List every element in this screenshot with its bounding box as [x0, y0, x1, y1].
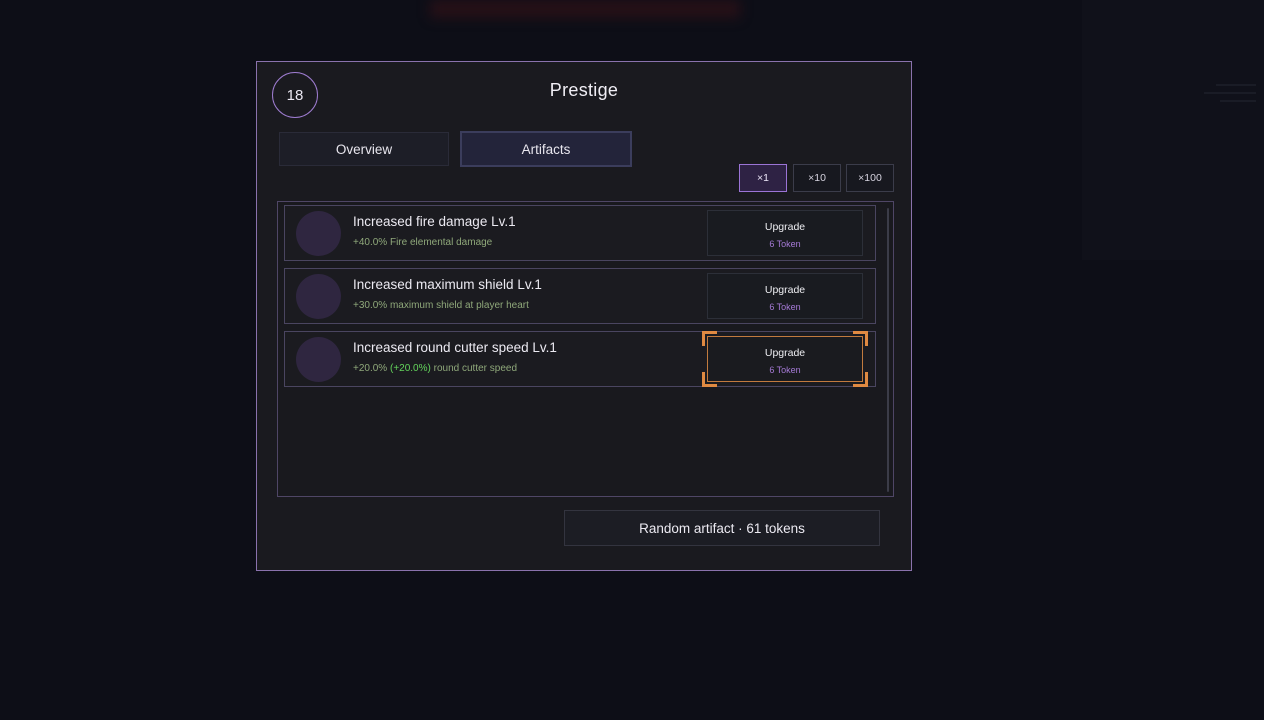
- upgrade-button-label: Upgrade: [764, 221, 806, 233]
- artifact-row: Increased round cutter speed Lv.1 +20.0%…: [284, 331, 876, 387]
- upgrade-button-label: Upgrade: [764, 284, 806, 296]
- multiplier-x100-button[interactable]: ×100: [846, 164, 894, 192]
- artifact-effect: +30.0% maximum shield at player heart: [353, 300, 529, 311]
- background-line: [1220, 100, 1256, 102]
- tab-overview[interactable]: Overview: [279, 132, 449, 166]
- artifact-description: +30.0% maximum shield at player heart: [353, 300, 529, 311]
- artifact-effect: +40.0% Fire elemental damage: [353, 237, 493, 248]
- multiplier-x1-button[interactable]: ×1: [739, 164, 787, 192]
- prestige-dialog: 18 Prestige Overview Artifacts ×1 ×10 ×1…: [256, 61, 912, 571]
- selection-corner: [853, 331, 868, 346]
- background-line: [1216, 84, 1256, 86]
- artifact-name: Increased round cutter speed Lv.1: [353, 340, 557, 355]
- artifact-effect: +20.0%: [353, 363, 390, 374]
- artifact-name: Increased maximum shield Lv.1: [353, 277, 542, 292]
- artifact-icon: [296, 211, 341, 256]
- multiplier-x10-button[interactable]: ×10: [793, 164, 841, 192]
- artifact-effect-suffix: round cutter speed: [430, 363, 518, 374]
- artifact-icon: [296, 274, 341, 319]
- game-screen: 18 Prestige Overview Artifacts ×1 ×10 ×1…: [0, 0, 1264, 720]
- dialog-title: Prestige: [549, 80, 619, 100]
- upgrade-button-label: Upgrade: [764, 347, 806, 359]
- artifact-description: +40.0% Fire elemental damage: [353, 237, 492, 248]
- upgrade-cost: 6 Token: [769, 239, 801, 249]
- upgrade-cost: 6 Token: [769, 302, 801, 312]
- upgrade-button[interactable]: Upgrade 6 Token: [707, 210, 863, 256]
- selection-corner: [702, 331, 717, 346]
- artifact-list-scrollbar[interactable]: [887, 208, 889, 492]
- upgrade-cost: 6 Token: [769, 365, 801, 375]
- artifact-row: Increased maximum shield Lv.1 +30.0% max…: [284, 268, 876, 324]
- random-artifact-button[interactable]: Random artifact · 61 tokens: [564, 510, 880, 546]
- artifact-description: +20.0% (+20.0%) round cutter speed: [353, 363, 517, 374]
- artifact-list: Increased fire damage Lv.1 +40.0% Fire e…: [277, 201, 894, 497]
- background-line: [1204, 92, 1256, 94]
- background-side-panel: [1082, 0, 1264, 260]
- artifact-icon: [296, 337, 341, 382]
- upgrade-button-selected[interactable]: Upgrade 6 Token: [702, 331, 868, 387]
- background-glow: [430, 0, 740, 18]
- tab-artifacts[interactable]: Artifacts: [460, 131, 632, 167]
- artifact-bonus: (+20.0%): [389, 363, 431, 374]
- upgrade-button[interactable]: Upgrade 6 Token: [707, 273, 863, 319]
- artifact-row: Increased fire damage Lv.1 +40.0% Fire e…: [284, 205, 876, 261]
- artifact-name: Increased fire damage Lv.1: [353, 214, 516, 229]
